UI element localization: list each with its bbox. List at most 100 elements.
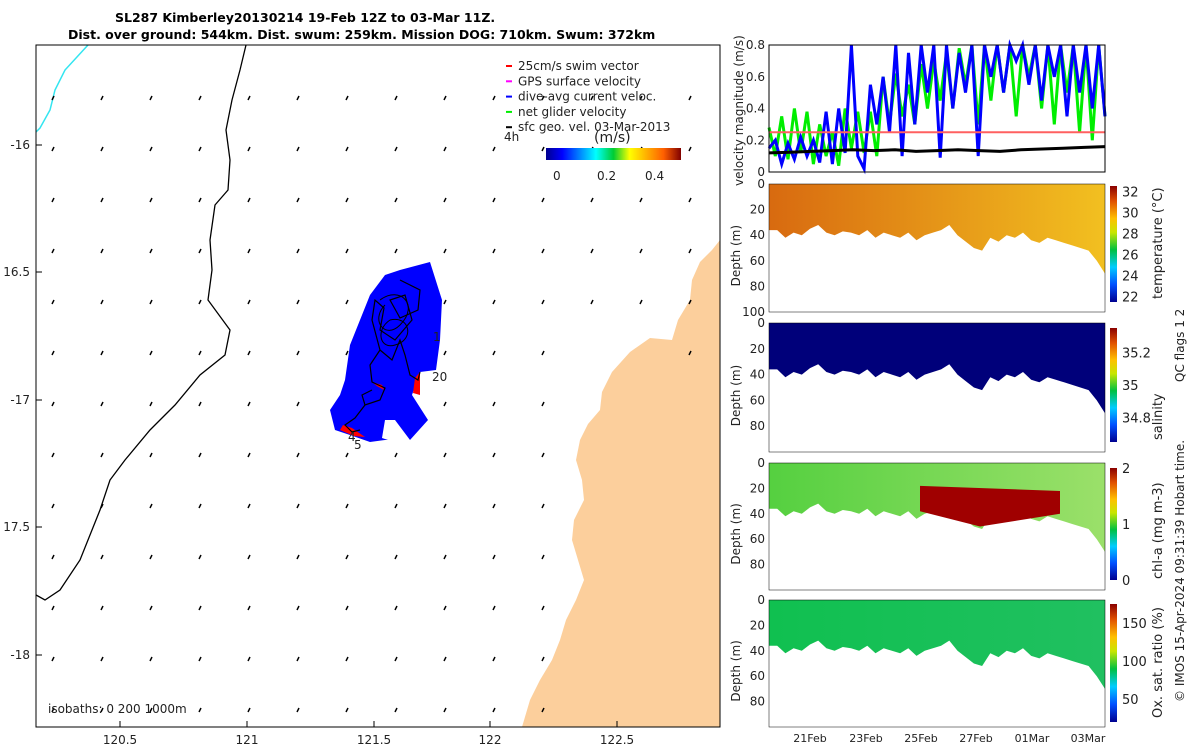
velocity-arrow bbox=[492, 95, 496, 101]
velocity-arrow bbox=[394, 707, 398, 713]
colorbar-tick: 0.2 bbox=[597, 169, 616, 183]
map-panel: 1 20 4 5 25cm/s swim vectorGPS surface v… bbox=[3, 35, 1187, 747]
depth-tick-label: 0 bbox=[757, 316, 765, 330]
colorbar-tick-label: 0 bbox=[1122, 574, 1130, 589]
velocity-arrow bbox=[198, 95, 202, 101]
depth-tick-label: 40 bbox=[750, 644, 765, 658]
velocity-arrow bbox=[51, 299, 55, 305]
colorbar-tick-label: 28 bbox=[1122, 227, 1139, 242]
colorbar-tick-label: 30 bbox=[1122, 206, 1139, 221]
velocity-arrow bbox=[198, 707, 202, 713]
velocity-arrow bbox=[198, 248, 202, 254]
velocity-arrow bbox=[492, 452, 496, 458]
velocity-arrow bbox=[688, 197, 692, 203]
velocity-arrow bbox=[492, 605, 496, 611]
map-colorbar bbox=[546, 148, 681, 160]
velocity-arrow bbox=[394, 95, 398, 101]
velocity-arrow bbox=[51, 401, 55, 407]
velocity-arrow bbox=[541, 146, 545, 152]
velocity-arrow bbox=[247, 656, 251, 662]
velocity-arrow bbox=[296, 656, 300, 662]
velocity-arrow bbox=[100, 146, 104, 152]
velocity-arrow bbox=[198, 503, 202, 509]
lat-tick-label: -16 bbox=[10, 138, 30, 152]
velocity-arrow bbox=[541, 554, 545, 560]
colorbar-tick-label: 1 bbox=[1122, 518, 1130, 533]
velocity-arrow bbox=[51, 452, 55, 458]
velocity-arrow bbox=[198, 554, 202, 560]
velocity-arrow bbox=[492, 197, 496, 203]
velocity-arrow bbox=[296, 605, 300, 611]
velocity-arrow bbox=[100, 605, 104, 611]
velocity-arrow bbox=[492, 401, 496, 407]
velocity-arrow bbox=[345, 248, 349, 254]
depth-tick-label: 60 bbox=[750, 393, 765, 407]
velocity-arrow bbox=[345, 95, 349, 101]
velocity-arrow bbox=[51, 605, 55, 611]
section-data-field bbox=[769, 184, 1105, 274]
section-colorbar bbox=[1110, 468, 1117, 580]
colorbar-tick-label: 50 bbox=[1122, 693, 1139, 708]
lon-tick-label: 121.5 bbox=[357, 733, 391, 747]
colorbar-label: (m/s) bbox=[594, 130, 631, 146]
depth-tick-label: 60 bbox=[750, 669, 765, 683]
colorbar-label: temperature (°C) bbox=[1151, 187, 1166, 299]
velocity-ytick: 0.2 bbox=[746, 133, 765, 147]
velocity-arrow bbox=[149, 452, 153, 458]
velocity-arrow bbox=[590, 197, 594, 203]
velocity-arrow bbox=[492, 503, 496, 509]
legend-label: net glider velocity bbox=[518, 105, 626, 119]
qc-flags-text: QC flags 1 2 bbox=[1173, 309, 1187, 382]
velocity-arrow bbox=[296, 503, 300, 509]
velocity-arrow bbox=[688, 95, 692, 101]
velocity-arrow bbox=[149, 554, 153, 560]
velocity-arrow bbox=[394, 605, 398, 611]
velocity-ylabel: velocity magnitude (m/s) bbox=[732, 35, 746, 186]
track-label: 20 bbox=[432, 370, 447, 384]
colorbar-tick: 0.4 bbox=[645, 169, 664, 183]
velocity-arrow bbox=[443, 146, 447, 152]
velocity-arrow bbox=[247, 554, 251, 560]
depth-tick-label: 20 bbox=[750, 481, 765, 495]
velocity-arrow bbox=[247, 146, 251, 152]
date-tick-label: 01Mar bbox=[1015, 732, 1050, 745]
velocity-arrow bbox=[394, 146, 398, 152]
depth-tick-label: 40 bbox=[750, 507, 765, 521]
velocity-arrow bbox=[51, 554, 55, 560]
lon-tick-label: 121 bbox=[236, 733, 259, 747]
velocity-arrow bbox=[100, 299, 104, 305]
velocity-series-line bbox=[768, 145, 1106, 155]
credit-text: © IMOS 15-Apr-2024 09:31:39 Hobart time. bbox=[1173, 440, 1187, 702]
colorbar-label: Ox. sat. ratio (%) bbox=[1151, 607, 1166, 718]
velocity-arrow bbox=[541, 503, 545, 509]
date-tick-label: 27Feb bbox=[959, 732, 992, 745]
colorbar-tick-label: 34.8 bbox=[1122, 412, 1151, 427]
depth-tick-label: 20 bbox=[750, 342, 765, 356]
velocity-arrow bbox=[198, 401, 202, 407]
depth-ylabel: Depth (m) bbox=[729, 225, 743, 286]
velocity-arrow bbox=[345, 197, 349, 203]
velocity-arrow bbox=[443, 452, 447, 458]
velocity-arrow bbox=[345, 299, 349, 305]
velocity-arrow bbox=[149, 299, 153, 305]
velocity-arrow bbox=[688, 146, 692, 152]
velocity-arrow bbox=[443, 95, 447, 101]
velocity-arrow bbox=[394, 656, 398, 662]
velocity-arrow bbox=[345, 656, 349, 662]
legend-time-label: 4h bbox=[504, 130, 519, 144]
velocity-arrow bbox=[443, 605, 447, 611]
velocity-arrow bbox=[639, 197, 643, 203]
velocity-arrow bbox=[296, 452, 300, 458]
depth-tick-label: 0 bbox=[757, 456, 765, 470]
velocity-arrow bbox=[247, 707, 251, 713]
date-tick-label: 23Feb bbox=[849, 732, 882, 745]
velocity-arrow bbox=[149, 95, 153, 101]
velocity-arrow bbox=[100, 401, 104, 407]
section-data-field bbox=[769, 600, 1105, 689]
land-mass bbox=[522, 240, 720, 727]
section-colorbar bbox=[1110, 604, 1117, 722]
depth-ylabel: Depth (m) bbox=[729, 503, 743, 564]
velocity-arrow bbox=[443, 197, 447, 203]
section-colorbar bbox=[1110, 186, 1117, 302]
colorbar-tick-label: 32 bbox=[1122, 185, 1139, 200]
